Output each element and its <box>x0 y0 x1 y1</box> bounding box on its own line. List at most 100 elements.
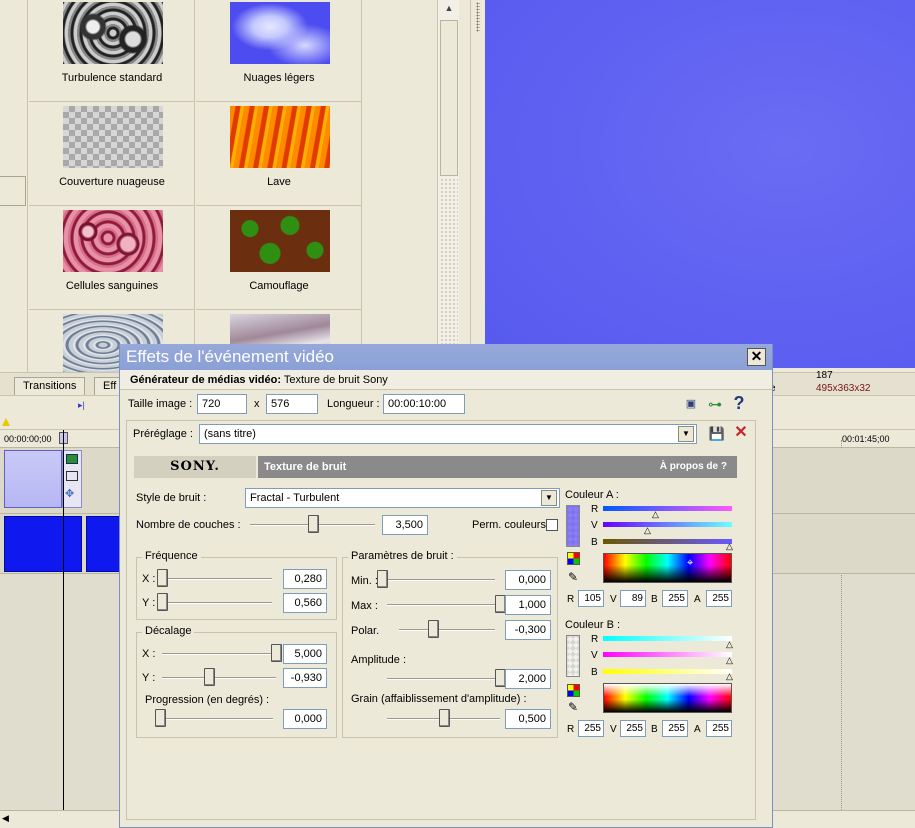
collapsed-panel-handle[interactable] <box>0 176 26 206</box>
amplitude-field[interactable]: 2,000 <box>505 669 551 689</box>
generator-item[interactable]: Camouflage <box>196 206 362 310</box>
color-b-swatch[interactable] <box>566 635 580 677</box>
offset-y-track[interactable] <box>162 677 276 679</box>
color-a-b-field[interactable]: 255 <box>662 590 688 607</box>
color-a-red-bar[interactable] <box>603 506 732 511</box>
offset-x-knob[interactable] <box>271 644 282 662</box>
help-icon[interactable]: ? <box>730 394 748 412</box>
color-a-palette-icon[interactable] <box>567 552 580 565</box>
bypass-icon[interactable]: ▣ <box>682 395 700 413</box>
polar-knob[interactable] <box>427 620 439 638</box>
scrollbar-track[interactable] <box>440 178 458 368</box>
noise-style-dropdown[interactable]: Fractal - Turbulent <box>245 488 560 508</box>
color-a-blue-bar[interactable] <box>603 539 732 544</box>
frame-size-label: Taille image : <box>128 398 193 410</box>
plugin-chain-icon[interactable]: ✥ <box>65 487 74 500</box>
grain-knob[interactable] <box>438 709 450 727</box>
color-b-palette-icon[interactable] <box>567 684 580 697</box>
generator-item[interactable]: Couverture nuageuse <box>29 102 195 206</box>
freq-y-knob[interactable] <box>157 593 168 611</box>
min-knob[interactable] <box>377 570 388 588</box>
color-a-a-field[interactable]: 255 <box>706 590 732 607</box>
color-a-v-field[interactable]: 89 <box>620 590 646 607</box>
layers-field[interactable]: 3,500 <box>382 515 428 535</box>
offset-x-field[interactable]: 5,000 <box>283 644 327 664</box>
freq-x-track[interactable] <box>162 578 272 580</box>
loop-marker-icon[interactable] <box>2 418 10 426</box>
color-b-green-marker-icon[interactable]: △ <box>726 656 733 665</box>
perm-colors-checkbox[interactable] <box>546 519 558 531</box>
min-field[interactable]: 0,000 <box>505 570 551 590</box>
offset-y-knob[interactable] <box>203 668 215 686</box>
delete-preset-icon[interactable]: ✕ <box>732 424 750 442</box>
polar-track[interactable] <box>399 629 495 631</box>
preview-separator[interactable] <box>470 0 485 372</box>
color-a-green-marker-icon[interactable]: △ <box>644 526 651 535</box>
video-clip[interactable] <box>4 516 82 572</box>
progress-field[interactable]: 0,000 <box>283 709 327 729</box>
plugin-chain-icon[interactable]: ⊶ <box>706 395 724 413</box>
generator-item[interactable]: Nuages légers <box>196 0 362 102</box>
save-preset-icon[interactable]: 💾 <box>708 425 726 443</box>
progress-track[interactable] <box>160 718 273 720</box>
color-a-swatch[interactable] <box>566 505 580 547</box>
progress-knob[interactable] <box>155 709 166 727</box>
polar-field[interactable]: -0,300 <box>505 620 551 640</box>
layers-slider-knob[interactable] <box>307 515 319 533</box>
generator-item[interactable]: Lave <box>196 102 362 206</box>
length-field[interactable]: 00:00:10:00 <box>383 394 465 414</box>
browser-scrollbar[interactable]: ▲ <box>437 0 459 372</box>
scroll-up-icon[interactable]: ▲ <box>441 3 457 19</box>
color-a-spectrum[interactable] <box>603 553 732 583</box>
preset-dropdown-arrow-icon[interactable]: ▼ <box>678 426 694 442</box>
max-field[interactable]: 1,000 <box>505 595 551 615</box>
about-link[interactable]: À propos de ? <box>660 461 727 472</box>
color-b-blue-marker-icon[interactable]: △ <box>726 672 733 681</box>
color-b-green-bar[interactable] <box>603 652 732 657</box>
color-b-spectrum[interactable] <box>603 683 732 713</box>
color-b-b-field[interactable]: 255 <box>662 720 688 737</box>
color-b-red-marker-icon[interactable]: △ <box>726 640 733 649</box>
color-a-eyedropper-icon[interactable]: ✎ <box>568 570 578 584</box>
camouflage-thumbnail <box>230 210 330 272</box>
amplitude-track[interactable] <box>387 678 500 680</box>
color-b-v-label: V <box>610 724 617 735</box>
generator-item[interactable]: Cellules sanguines <box>29 206 195 310</box>
offset-y-field[interactable]: -0,930 <box>283 668 327 688</box>
frame-width-field[interactable]: 720 <box>197 394 247 414</box>
noise-style-arrow-icon[interactable]: ▼ <box>541 490 557 506</box>
close-button[interactable]: ✕ <box>747 348 766 366</box>
scroll-left-icon[interactable]: ◀ <box>2 813 16 827</box>
color-a-blue-marker-icon[interactable]: △ <box>726 542 733 551</box>
grain-field[interactable]: 0,500 <box>505 709 551 729</box>
color-a-red-marker-icon[interactable]: △ <box>652 510 659 519</box>
dialog-titlebar[interactable]: Effets de l'événement vidéo ✕ <box>120 344 772 370</box>
event-fx-icon[interactable] <box>66 454 78 464</box>
freq-y-track[interactable] <box>162 602 272 604</box>
max-track[interactable] <box>387 604 500 606</box>
crop-icon[interactable] <box>66 471 78 481</box>
scrollbar-thumb[interactable] <box>440 20 458 176</box>
preset-dropdown[interactable]: (sans titre) <box>199 424 697 444</box>
freq-x-knob[interactable] <box>157 569 168 587</box>
video-clip[interactable] <box>86 516 120 572</box>
color-b-a-field[interactable]: 255 <box>706 720 732 737</box>
color-b-blue-bar[interactable] <box>603 669 732 674</box>
color-b-red-bar[interactable] <box>603 636 732 641</box>
panel-grip-icon[interactable] <box>476 2 480 32</box>
offset-x-track[interactable] <box>162 653 276 655</box>
generated-media-clip[interactable] <box>4 450 62 508</box>
freq-y-field[interactable]: 0,560 <box>283 593 327 613</box>
min-track[interactable] <box>382 579 495 581</box>
generator-item[interactable]: Turbulence standard <box>29 0 195 102</box>
color-b-eyedropper-icon[interactable]: ✎ <box>568 700 578 714</box>
frame-height-field[interactable]: 576 <box>266 394 318 414</box>
color-a-green-bar[interactable] <box>603 522 732 527</box>
marker-icon[interactable]: ▸| <box>78 400 85 411</box>
tab-transitions[interactable]: Transitions <box>14 377 86 395</box>
freq-x-field[interactable]: 0,280 <box>283 569 327 589</box>
offset-x-label: X : <box>142 648 156 660</box>
color-b-v-field[interactable]: 255 <box>620 720 646 737</box>
color-b-r-field[interactable]: 255 <box>578 720 604 737</box>
color-a-r-field[interactable]: 105 <box>578 590 604 607</box>
